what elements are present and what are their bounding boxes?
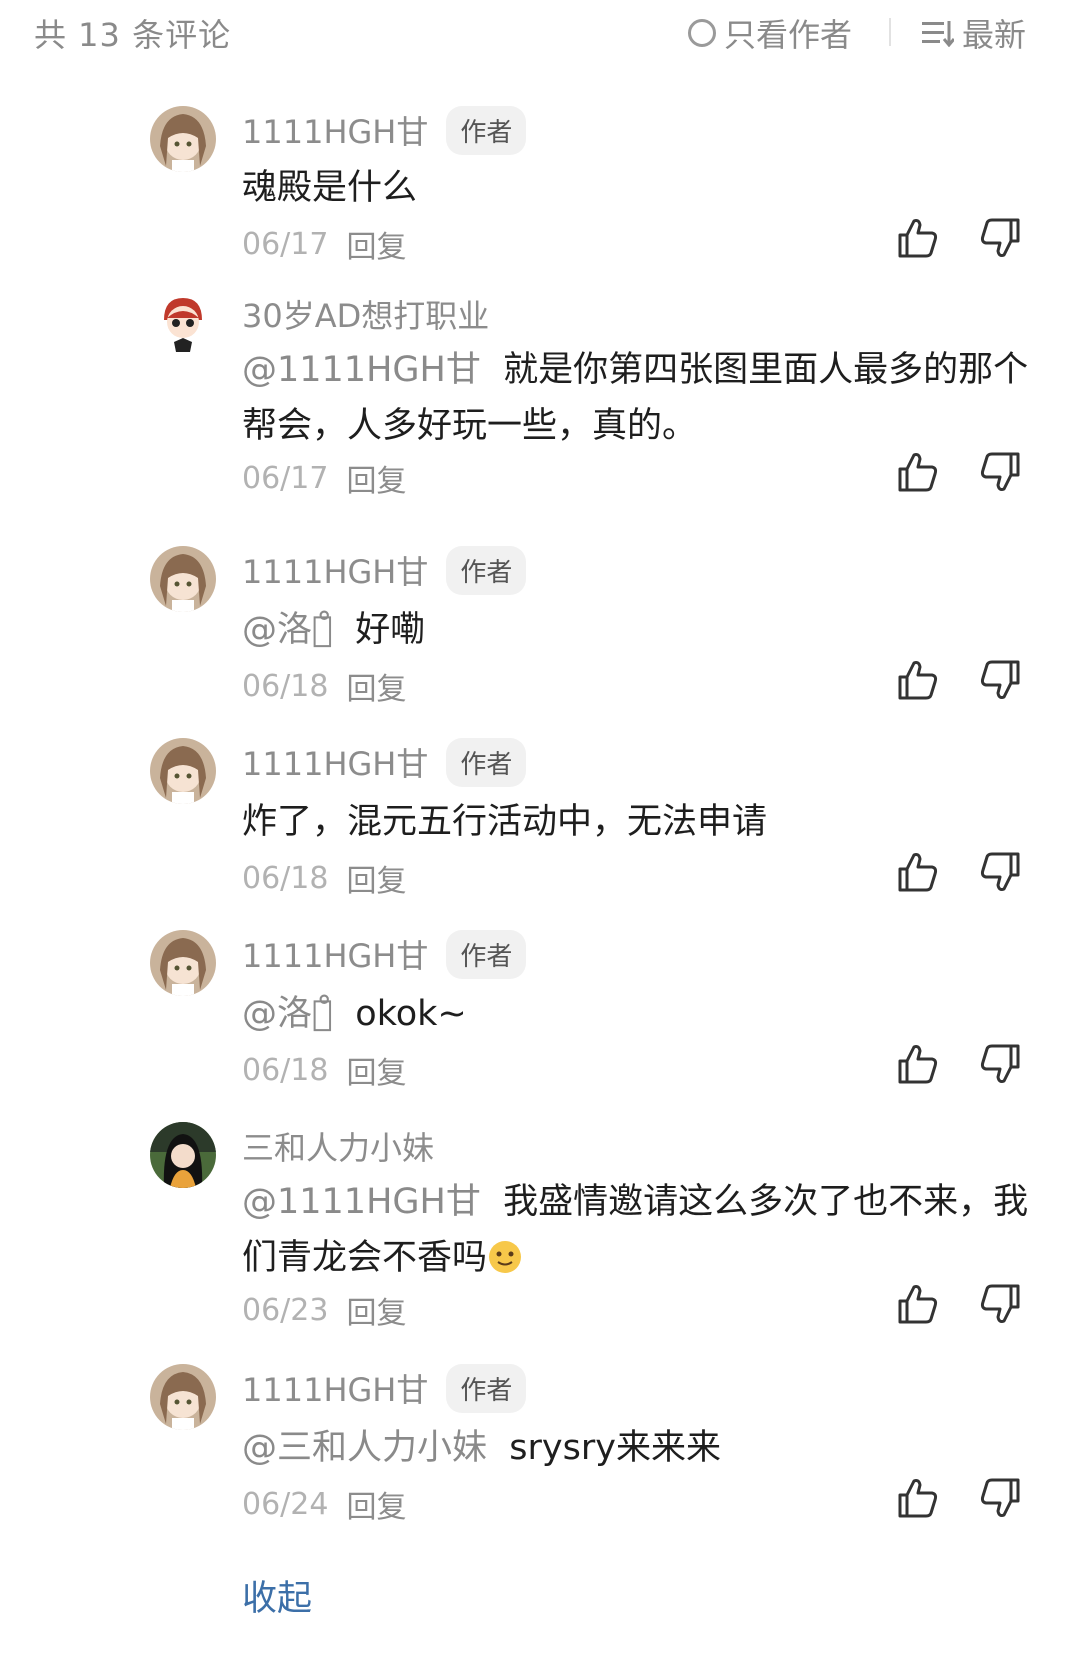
author-badge: 作者 — [446, 545, 527, 595]
comment-text: @1111HGH甘 我盛情邀请这么多次了也不来，我们青龙会不香吗 — [242, 1182, 1029, 1278]
mention-link[interactable]: @洛衣̊ — [242, 610, 333, 650]
comment-date: 06/18 — [242, 668, 329, 704]
reply-button[interactable]: 回复 — [346, 1482, 406, 1526]
author-badge: 作者 — [446, 105, 527, 155]
thumbs-up-icon[interactable] — [896, 850, 940, 894]
comment-date: 06/17 — [242, 460, 329, 496]
author-only-label: 只看作者 — [724, 16, 853, 54]
comment-date: 06/18 — [242, 1052, 329, 1088]
author-only-toggle[interactable]: 只看作者 — [688, 10, 852, 56]
username[interactable]: 1111HGH甘 — [242, 739, 428, 785]
thumbs-down-icon[interactable] — [978, 658, 1022, 702]
avatar[interactable] — [150, 738, 216, 804]
thumbs-up-icon[interactable] — [896, 1282, 940, 1326]
comment-text: @洛衣̊ okok~ — [242, 994, 467, 1034]
avatar[interactable] — [150, 1122, 216, 1188]
mention-link[interactable]: @1111HGH甘 — [242, 1182, 481, 1222]
thumbs-down-icon[interactable] — [978, 1042, 1022, 1086]
reply-button[interactable]: 回复 — [346, 856, 406, 900]
reply-button[interactable]: 回复 — [346, 1048, 406, 1092]
thumbs-down-icon[interactable] — [978, 850, 1022, 894]
comment-text: @三和人力小妹 srysry来来来 — [242, 1428, 721, 1468]
mention-link[interactable]: @三和人力小妹 — [242, 1428, 487, 1468]
header-divider — [889, 18, 891, 46]
thumbs-up-icon[interactable] — [896, 1476, 940, 1520]
thumbs-up-icon[interactable] — [896, 658, 940, 702]
username[interactable]: 1111HGH甘 — [242, 1365, 428, 1411]
avatar[interactable] — [150, 290, 216, 356]
author-badge: 作者 — [446, 929, 527, 979]
mention-link[interactable]: @1111HGH甘 — [242, 350, 481, 390]
comment-date: 06/23 — [242, 1292, 329, 1328]
sort-list-icon — [922, 21, 954, 47]
thumbs-down-icon[interactable] — [978, 216, 1022, 260]
reply-button[interactable]: 回复 — [346, 1288, 406, 1332]
author-badge: 作者 — [446, 1363, 527, 1413]
username[interactable]: 1111HGH甘 — [242, 931, 428, 977]
radio-circle-icon — [688, 19, 716, 47]
comment-count: 共 13 条评论 — [34, 16, 232, 54]
reply-button[interactable]: 回复 — [346, 222, 406, 266]
avatar[interactable] — [150, 546, 216, 612]
thumbs-up-icon[interactable] — [896, 216, 940, 260]
reply-button[interactable]: 回复 — [346, 664, 406, 708]
author-badge: 作者 — [446, 737, 527, 787]
collapse-button[interactable]: 收起 — [242, 1570, 312, 1621]
reply-button[interactable]: 回复 — [346, 456, 406, 500]
comments-header: 共 13 条评论 只看作者 最新 — [0, 0, 1080, 62]
username[interactable]: 30岁AD想打职业 — [242, 291, 489, 337]
comment-text: @1111HGH甘 就是你第四张图里面人最多的那个帮会，人多好玩一些，真的。 — [242, 350, 1029, 446]
comment-date: 06/24 — [242, 1486, 329, 1522]
username[interactable]: 1111HGH甘 — [242, 107, 428, 153]
thumbs-down-icon[interactable] — [978, 1476, 1022, 1520]
mention-link[interactable]: @洛衣̊ — [242, 994, 333, 1034]
comment-date: 06/17 — [242, 226, 329, 262]
avatar[interactable] — [150, 1364, 216, 1430]
thumbs-down-icon[interactable] — [978, 1282, 1022, 1326]
sort-label: 最新 — [962, 16, 1027, 54]
comment-text: 炸了，混元五行活动中，无法申请 — [242, 802, 768, 842]
comment-text: 魂殿是什么 — [242, 168, 418, 208]
smile-emoji-icon — [489, 1241, 522, 1273]
thumbs-up-icon[interactable] — [896, 450, 940, 494]
username[interactable]: 1111HGH甘 — [242, 547, 428, 593]
thumbs-up-icon[interactable] — [896, 1042, 940, 1086]
avatar[interactable] — [150, 930, 216, 996]
comment-date: 06/18 — [242, 860, 329, 896]
comment-text: @洛衣̊ 好嘞 — [242, 610, 426, 650]
avatar[interactable] — [150, 106, 216, 172]
username[interactable]: 三和人力小妹 — [242, 1123, 434, 1169]
thumbs-down-icon[interactable] — [978, 450, 1022, 494]
sort-button[interactable]: 最新 — [922, 10, 1026, 56]
